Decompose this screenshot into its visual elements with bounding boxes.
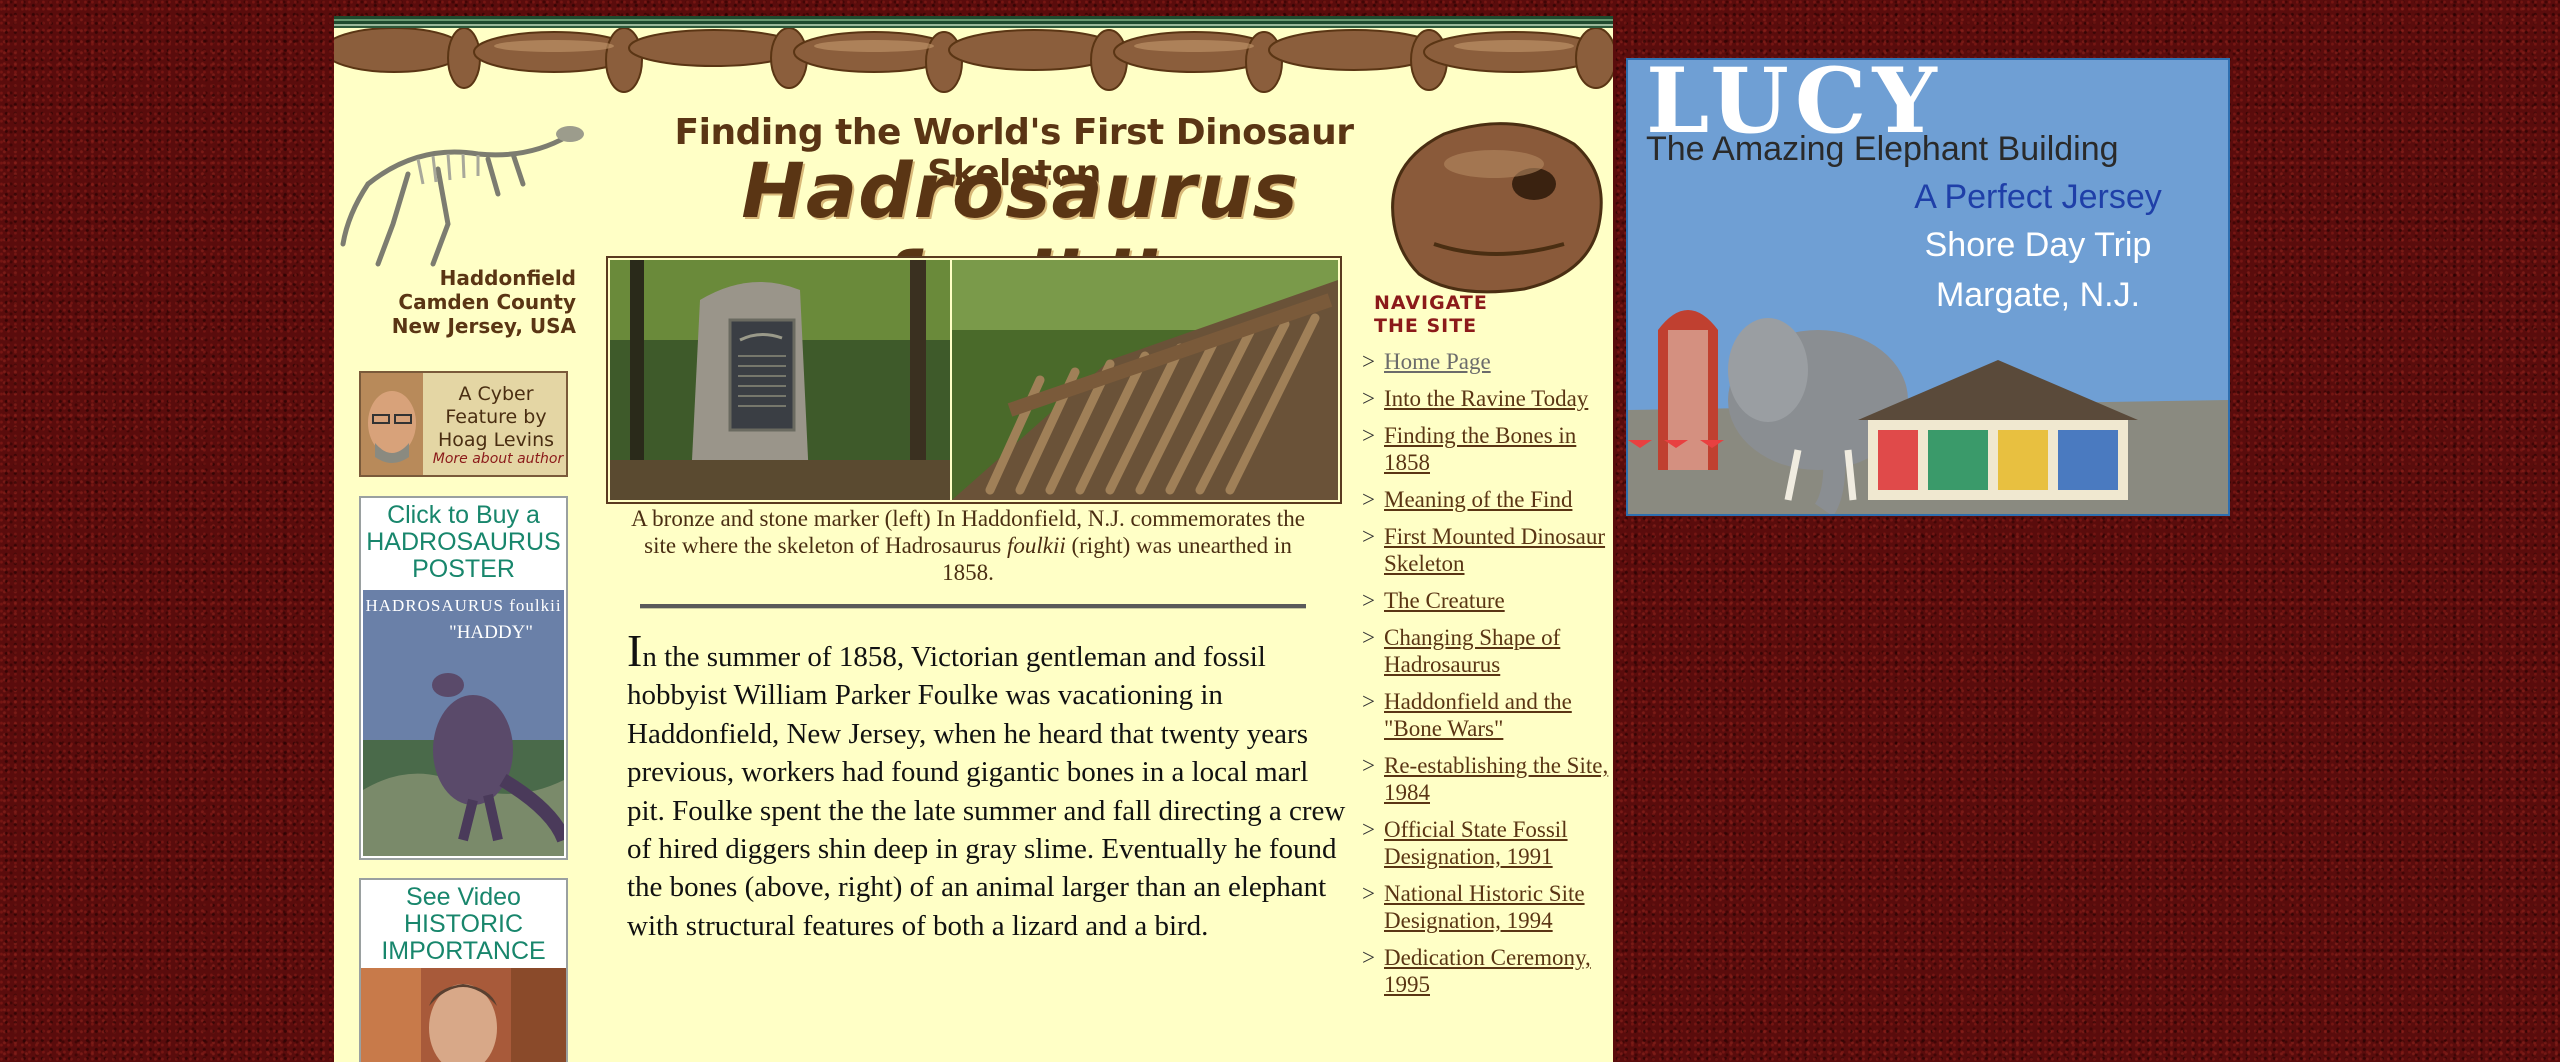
nav-arrow: > bbox=[1362, 881, 1375, 906]
site-photo-pair bbox=[606, 256, 1342, 504]
nav-arrow: > bbox=[1362, 487, 1375, 512]
nav-arrow: > bbox=[1362, 588, 1375, 613]
nav-arrow: > bbox=[1362, 753, 1375, 778]
nav-heading-line: NAVIGATE bbox=[1374, 292, 1488, 314]
lucy-elephant-ad[interactable]: LUCY The Amazing Elephant Building A Per… bbox=[1626, 58, 2230, 516]
poster-promo-link[interactable]: Click to Buy a HADROSAURUS POSTER HADROS… bbox=[359, 496, 568, 860]
nav-link[interactable]: Official State Fossil Designation, 1991 bbox=[1384, 817, 1568, 869]
location-line: Haddonfield bbox=[439, 266, 576, 290]
lucy-elephant-photo bbox=[1628, 300, 2228, 514]
video-heading-line: See Video bbox=[406, 883, 521, 911]
nav-item-creature[interactable]: > The Creature bbox=[1362, 587, 1612, 614]
nav-link[interactable]: Meaning of the Find bbox=[1384, 487, 1572, 512]
poster-art-subtitle: "HADDY" bbox=[448, 622, 534, 643]
nav-item-state-fossil[interactable]: > Official State Fossil Designation, 1991 bbox=[1362, 816, 1612, 870]
nav-item-home[interactable]: > Home Page bbox=[1362, 348, 1612, 375]
author-promo-text: A Cyber Feature by Hoag Levins bbox=[431, 383, 561, 452]
location-line: Camden County bbox=[398, 290, 576, 314]
nav-item-dedication[interactable]: > Dedication Ceremony, 1995 bbox=[1362, 944, 1612, 998]
nav-link[interactable]: Finding the Bones in 1858 bbox=[1384, 423, 1576, 475]
nav-link[interactable]: Dedication Ceremony, 1995 bbox=[1384, 945, 1591, 997]
nav-item-finding-bones[interactable]: > Finding the Bones in 1858 bbox=[1362, 422, 1612, 476]
nav-link[interactable]: Into the Ravine Today bbox=[1384, 386, 1588, 411]
author-portrait-icon bbox=[361, 373, 423, 475]
nav-arrow: > bbox=[1362, 689, 1375, 714]
caption-species-name: foulkii bbox=[1006, 533, 1066, 558]
author-promo-link[interactable]: A Cyber Feature by Hoag Levins More abou… bbox=[359, 371, 568, 477]
video-promo-heading: See Video HISTORIC IMPORTANCE bbox=[361, 884, 566, 965]
nav-item-changing-shape[interactable]: > Changing Shape of Hadrosaurus bbox=[1362, 624, 1612, 678]
navigate-heading: NAVIGATE THE SITE bbox=[1374, 292, 1524, 338]
nav-arrow: > bbox=[1362, 423, 1375, 448]
nav-item-meaning[interactable]: > Meaning of the Find bbox=[1362, 486, 1612, 513]
nav-item-ravine[interactable]: > Into the Ravine Today bbox=[1362, 385, 1612, 412]
paragraph-text: n the summer of 1858, Victorian gentlema… bbox=[627, 641, 1346, 942]
nav-item-first-mounted[interactable]: > First Mounted Dinosaur Skeleton bbox=[1362, 523, 1612, 577]
video-heading-line: HISTORIC bbox=[404, 910, 523, 938]
more-about-author-link[interactable]: More about author bbox=[431, 451, 565, 467]
lucy-ad-line: A Perfect Jersey bbox=[1914, 178, 2162, 216]
nav-arrow: > bbox=[1362, 349, 1375, 374]
lucy-ad-subtitle: The Amazing Elephant Building bbox=[1646, 130, 2119, 168]
horizontal-rule bbox=[640, 604, 1306, 609]
top-stripe bbox=[334, 16, 1613, 28]
nav-item-bone-wars[interactable]: > Haddonfield and the "Bone Wars" bbox=[1362, 688, 1612, 742]
dinosaur-skeleton-image bbox=[340, 126, 584, 267]
location-line: New Jersey, USA bbox=[391, 314, 576, 338]
site-navigation: > Home Page > Into the Ravine Today > Findi… bbox=[1362, 348, 1612, 1008]
author-text-line: Feature by bbox=[445, 406, 547, 428]
nav-heading-line: THE SITE bbox=[1374, 315, 1478, 337]
nav-link[interactable]: Changing Shape of Hadrosaurus bbox=[1384, 625, 1560, 677]
author-text-line: A Cyber bbox=[458, 383, 534, 405]
marker-and-bones-photo bbox=[610, 260, 1338, 500]
lucy-ad-line: Shore Day Trip bbox=[1924, 226, 2152, 264]
photo-caption: A bronze and stone marker (left) In Hadd… bbox=[628, 505, 1308, 586]
article-paragraph: In the summer of 1858, Victorian gentlem… bbox=[627, 628, 1352, 945]
nav-arrow: > bbox=[1362, 386, 1375, 411]
lucy-ad-location: Margate, N.J. bbox=[1935, 276, 2141, 314]
author-text-line: Hoag Levins bbox=[437, 429, 555, 451]
location-label: Haddonfield Camden County New Jersey, US… bbox=[334, 266, 576, 338]
poster-art-title: HADROSAURUS foulkii bbox=[365, 596, 562, 615]
video-heading-line: IMPORTANCE bbox=[381, 937, 546, 965]
nav-arrow: > bbox=[1362, 817, 1375, 842]
drop-cap: I bbox=[627, 625, 643, 676]
poster-promo-heading: Click to Buy a HADROSAURUS POSTER bbox=[361, 502, 566, 583]
nav-item-reestablishing[interactable]: > Re-establishing the Site, 1984 bbox=[1362, 752, 1612, 806]
video-promo-link[interactable]: See Video HISTORIC IMPORTANCE bbox=[359, 878, 568, 1062]
poster-heading-line: POSTER bbox=[412, 555, 515, 583]
nav-link[interactable]: First Mounted Dinosaur Skeleton bbox=[1384, 524, 1605, 576]
nav-arrow: > bbox=[1362, 945, 1375, 970]
poster-heading-line: HADROSAURUS bbox=[366, 528, 561, 556]
nav-arrow: > bbox=[1362, 524, 1375, 549]
nav-link[interactable]: National Historic Site Designation, 1994 bbox=[1384, 881, 1585, 933]
nav-link[interactable]: Haddonfield and the "Bone Wars" bbox=[1384, 689, 1572, 741]
nav-item-historic-site[interactable]: > National Historic Site Designation, 199… bbox=[1362, 880, 1612, 934]
nav-link[interactable]: Home Page bbox=[1384, 349, 1491, 374]
nav-link[interactable]: Re-establishing the Site, 1984 bbox=[1384, 753, 1608, 805]
nav-link[interactable]: The Creature bbox=[1384, 588, 1505, 613]
poster-heading-line: Click to Buy a bbox=[387, 501, 540, 529]
video-thumbnail-image bbox=[361, 968, 566, 1062]
content-column: Finding the World's First Dinosaur Skele… bbox=[334, 16, 1613, 1062]
nav-arrow: > bbox=[1362, 625, 1375, 650]
